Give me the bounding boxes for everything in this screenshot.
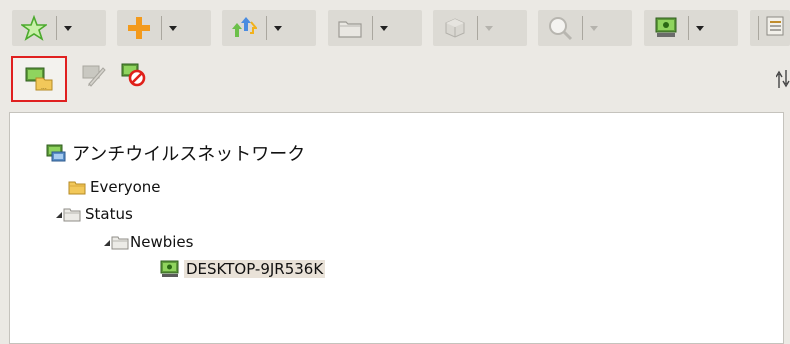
folder-icon bbox=[63, 208, 81, 221]
tree-root-label: アンチウイルスネットワーク bbox=[72, 144, 306, 165]
search-group bbox=[538, 10, 632, 46]
sync-button[interactable] bbox=[222, 10, 266, 46]
chevron-down-icon bbox=[380, 25, 388, 31]
computer-button[interactable] bbox=[644, 10, 688, 46]
remove-computer-button[interactable] bbox=[118, 59, 150, 91]
tree-item-desktop[interactable]: DESKTOP-9JR536K bbox=[160, 257, 326, 281]
computer-icon bbox=[160, 260, 179, 277]
star-icon bbox=[21, 15, 47, 41]
search-button[interactable] bbox=[538, 10, 582, 46]
layout-icon bbox=[766, 16, 784, 36]
group-actions-toolbar: ... bbox=[0, 54, 790, 104]
network-tree[interactable]: アンチウイルスネットワーク Everyone Status Newbies DE… bbox=[9, 112, 784, 344]
main-toolbar bbox=[0, 0, 790, 52]
favorites-button[interactable] bbox=[12, 10, 56, 46]
layout-button[interactable] bbox=[765, 14, 785, 42]
folder-icon bbox=[338, 21, 362, 38]
package-dropdown[interactable] bbox=[478, 10, 500, 46]
sort-arrows-icon bbox=[775, 70, 790, 88]
folder-button[interactable] bbox=[328, 10, 372, 46]
add-dropdown[interactable] bbox=[162, 10, 184, 46]
package-group bbox=[433, 10, 527, 46]
network-icon bbox=[46, 144, 66, 162]
tree-item-label: DESKTOP-9JR536K bbox=[184, 260, 326, 278]
edit-computer-button[interactable] bbox=[78, 59, 110, 91]
chevron-down-icon bbox=[64, 25, 72, 31]
layout-group bbox=[750, 10, 790, 46]
expanded-arrow-icon[interactable] bbox=[56, 212, 62, 218]
add-computer-to-group-icon: ... bbox=[25, 67, 53, 91]
tree-item-label: Status bbox=[85, 205, 133, 223]
chevron-down-icon bbox=[590, 25, 598, 31]
computer-group bbox=[644, 10, 738, 46]
chevron-down-icon bbox=[169, 25, 177, 31]
remove-computer-icon bbox=[121, 63, 146, 87]
plus-icon bbox=[128, 17, 150, 39]
chevron-down-icon bbox=[485, 25, 493, 31]
sort-button[interactable] bbox=[775, 68, 790, 90]
search-dropdown[interactable] bbox=[583, 10, 605, 46]
package-button[interactable] bbox=[433, 10, 477, 46]
edit-computer-icon bbox=[82, 65, 106, 87]
favorites-group bbox=[12, 10, 106, 46]
chevron-down-icon bbox=[696, 25, 704, 31]
favorites-dropdown[interactable] bbox=[57, 10, 79, 46]
add-button[interactable] bbox=[117, 10, 161, 46]
search-icon bbox=[549, 17, 573, 41]
tree-item-everyone[interactable]: Everyone bbox=[68, 175, 161, 199]
computer-icon bbox=[655, 17, 677, 37]
sync-arrows-icon bbox=[232, 17, 257, 37]
sync-group bbox=[222, 10, 316, 46]
package-icon bbox=[445, 18, 465, 38]
toolbar-separator bbox=[758, 16, 759, 40]
tree-item-status[interactable]: Status bbox=[56, 202, 133, 226]
folder-dropdown[interactable] bbox=[373, 10, 395, 46]
folder-icon bbox=[111, 236, 129, 249]
computer-dropdown[interactable] bbox=[689, 10, 711, 46]
sync-dropdown[interactable] bbox=[267, 10, 289, 46]
svg-text:...: ... bbox=[41, 84, 47, 91]
chevron-down-icon bbox=[274, 25, 282, 31]
tree-item-newbies[interactable]: Newbies bbox=[104, 230, 193, 254]
folder-icon bbox=[68, 181, 86, 194]
folder-group bbox=[328, 10, 422, 46]
tree-item-label: Newbies bbox=[130, 233, 194, 251]
tree-item-label: Everyone bbox=[90, 178, 161, 196]
tree-root[interactable]: アンチウイルスネットワーク bbox=[46, 141, 305, 165]
expanded-arrow-icon[interactable] bbox=[104, 240, 110, 246]
add-group bbox=[117, 10, 211, 46]
add-computer-to-group-button[interactable]: ... bbox=[11, 56, 67, 102]
